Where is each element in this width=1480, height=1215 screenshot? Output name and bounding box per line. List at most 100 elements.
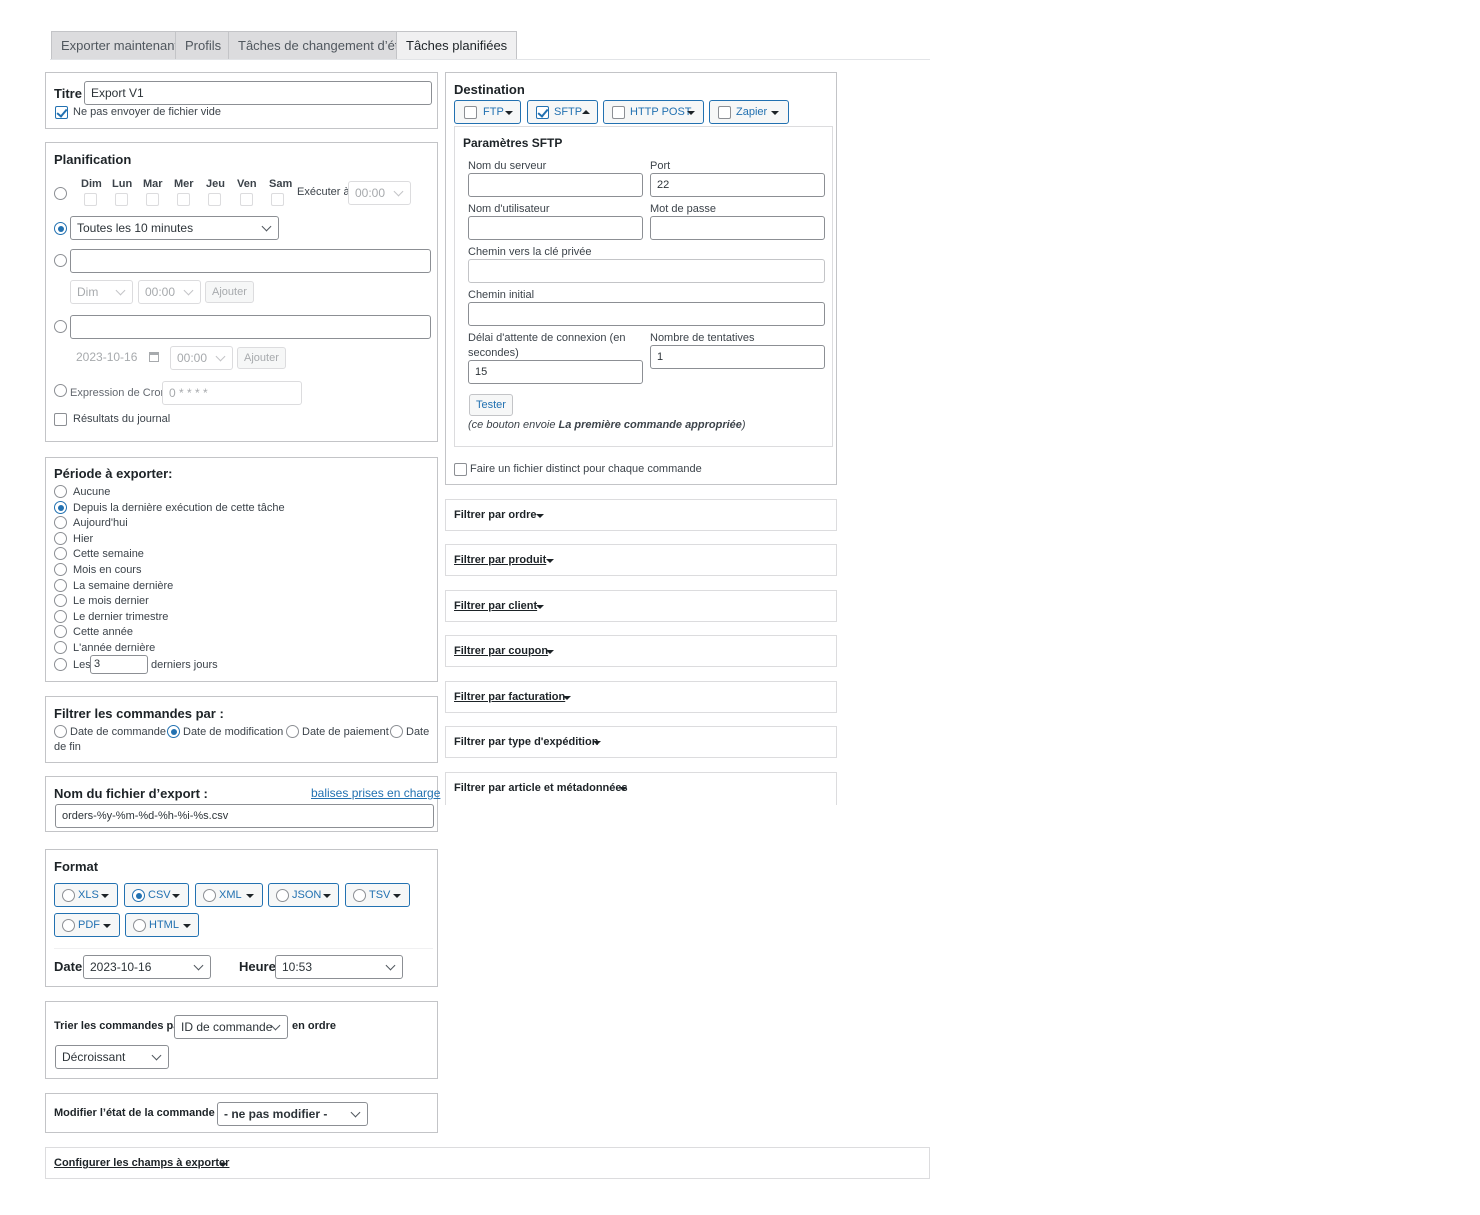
tab-scheduled-jobs[interactable]: Tâches planifiées (396, 31, 518, 59)
format-xls[interactable]: XLS (54, 883, 118, 907)
sftp-password-input[interactable] (650, 216, 825, 240)
filter-completed-date-radio[interactable] (390, 725, 403, 738)
format-pdf-radio[interactable] (62, 919, 75, 932)
format-csv-radio[interactable] (132, 889, 145, 902)
tab-status-change-jobs[interactable]: Tâches de changement d’état (228, 31, 420, 59)
format-tsv-radio[interactable] (353, 889, 366, 902)
period-radio-this-year[interactable] (54, 625, 67, 638)
interval-select[interactable]: Toutes les 10 minutes (70, 216, 279, 240)
destination-zapier-checkbox[interactable] (718, 106, 731, 119)
format-xml[interactable]: XML (195, 883, 263, 907)
add-date-button[interactable]: Ajouter (237, 347, 286, 369)
day-sun-checkbox[interactable] (84, 193, 97, 206)
format-xls-radio[interactable] (62, 889, 75, 902)
title-input[interactable]: Export V1 (84, 81, 432, 105)
schedule-weekly-radio[interactable] (54, 187, 67, 200)
sftp-retries-label: Nombre de tentatives (650, 332, 755, 344)
configure-fields-label[interactable]: Configurer les champs à exporter (54, 1157, 229, 1169)
filter-by-order-accordion[interactable]: Filtrer par ordre (445, 499, 837, 531)
period-radio-last-month[interactable] (54, 594, 67, 607)
period-radio-last-year[interactable] (54, 641, 67, 654)
specific-dates-input[interactable] (70, 315, 431, 339)
separate-file-checkbox[interactable] (454, 463, 467, 476)
sort-field-select[interactable]: ID de commande (174, 1015, 288, 1039)
cron-input[interactable]: 0 * * * * (162, 381, 302, 405)
filter-by-item-metadata-accordion[interactable]: Filtrer par article et métadonnées (445, 772, 837, 805)
format-time-select[interactable]: 10:53 (275, 955, 403, 979)
sftp-test-button[interactable]: Tester (469, 394, 513, 416)
day-wed-checkbox[interactable] (177, 193, 190, 206)
schedule-specific-dates-radio[interactable] (54, 320, 67, 333)
weekly-day-select[interactable]: Dim (70, 280, 133, 304)
filter-modified-date-radio[interactable] (167, 725, 180, 738)
date-time-select[interactable]: 00:00 (170, 346, 233, 370)
day-fri-checkbox[interactable] (240, 193, 253, 206)
configure-fields-panel[interactable]: Configurer les champs à exporter (45, 1147, 930, 1179)
custom-times-input[interactable] (70, 249, 431, 273)
filter-by-billing-accordion[interactable]: Filtrer par facturation (445, 681, 837, 713)
filter-order-date-radio[interactable] (54, 725, 67, 738)
filter-by-customer-accordion[interactable]: Filtrer par client (445, 590, 837, 622)
filter-paid-date-radio[interactable] (286, 725, 299, 738)
filename-input[interactable]: orders-%y-%m-%d-%h-%i-%s.csv (55, 804, 434, 828)
schedule-custom-times-radio[interactable] (54, 254, 67, 267)
schedule-cron-radio[interactable] (54, 384, 67, 397)
period-radio-none[interactable] (54, 485, 67, 498)
sftp-timeout-input[interactable]: 15 (468, 360, 643, 384)
destination-ftp[interactable]: FTP (454, 100, 521, 124)
format-date-select[interactable]: 2023-10-16 (83, 955, 211, 979)
format-pdf[interactable]: PDF (54, 913, 120, 937)
destination-zapier[interactable]: Zapier (709, 100, 789, 124)
tab-profiles[interactable]: Profils (175, 31, 232, 59)
schedule-interval-radio[interactable] (54, 222, 67, 235)
format-json[interactable]: JSON (268, 883, 339, 907)
filter-by-coupon-accordion[interactable]: Filtrer par coupon (445, 635, 837, 667)
day-sat-checkbox[interactable] (271, 193, 284, 206)
sftp-initial-path-input[interactable] (468, 302, 825, 326)
caret-down-icon (536, 514, 544, 518)
period-radio-yesterday[interactable] (54, 532, 67, 545)
sftp-user-input[interactable] (468, 216, 643, 240)
filter-by-shipping-accordion[interactable]: Filtrer par type d'expédition (445, 726, 837, 758)
format-json-radio[interactable] (276, 889, 289, 902)
sftp-server-input[interactable] (468, 173, 643, 197)
status-select[interactable]: - ne pas modifier - (217, 1102, 368, 1126)
weekly-time-select[interactable]: 00:00 (138, 280, 201, 304)
period-radio-since-last-run[interactable] (54, 501, 67, 514)
format-tsv[interactable]: TSV (345, 883, 410, 907)
no-empty-file-checkbox[interactable] (55, 106, 68, 119)
tab-export-now[interactable]: Exporter maintenant (51, 31, 189, 59)
period-radio-today[interactable] (54, 516, 67, 529)
format-csv[interactable]: CSV (124, 883, 189, 907)
filter-by-product-accordion[interactable]: Filtrer par produit (445, 544, 837, 576)
period-radio-last-n-days[interactable] (54, 658, 67, 671)
day-thu-checkbox[interactable] (208, 193, 221, 206)
period-radio-last-quarter[interactable] (54, 610, 67, 623)
sftp-retries-input[interactable]: 1 (650, 345, 825, 369)
format-html-radio[interactable] (133, 919, 146, 932)
format-xls-label: XLS (78, 889, 99, 901)
format-html[interactable]: HTML (125, 913, 199, 937)
run-at-select[interactable]: 00:00 (348, 181, 411, 205)
log-results-checkbox[interactable] (54, 413, 67, 426)
last-days-input[interactable]: 3 (90, 655, 148, 674)
format-xml-radio[interactable] (203, 889, 216, 902)
sftp-port-input[interactable]: 22 (650, 173, 825, 197)
calendar-icon[interactable] (149, 352, 159, 362)
period-radio-current-month[interactable] (54, 563, 67, 576)
sort-order-label: en ordre (292, 1020, 337, 1032)
destination-sftp-checkbox[interactable] (536, 106, 549, 119)
destination-sftp[interactable]: SFTP (527, 100, 598, 124)
sort-order-select[interactable]: Décroissant (55, 1045, 169, 1069)
destination-http-post-checkbox[interactable] (612, 106, 625, 119)
supported-tags-link[interactable]: balises prises en charge (311, 786, 440, 800)
add-time-button[interactable]: Ajouter (205, 281, 254, 303)
day-mon-checkbox[interactable] (115, 193, 128, 206)
period-radio-last-week[interactable] (54, 579, 67, 592)
sftp-key-input[interactable] (468, 259, 825, 283)
period-radio-this-week[interactable] (54, 547, 67, 560)
destination-http-post[interactable]: HTTP POST (603, 100, 704, 124)
destination-sftp-label: SFTP (554, 106, 583, 118)
day-tue-checkbox[interactable] (146, 193, 159, 206)
destination-ftp-checkbox[interactable] (464, 106, 477, 119)
